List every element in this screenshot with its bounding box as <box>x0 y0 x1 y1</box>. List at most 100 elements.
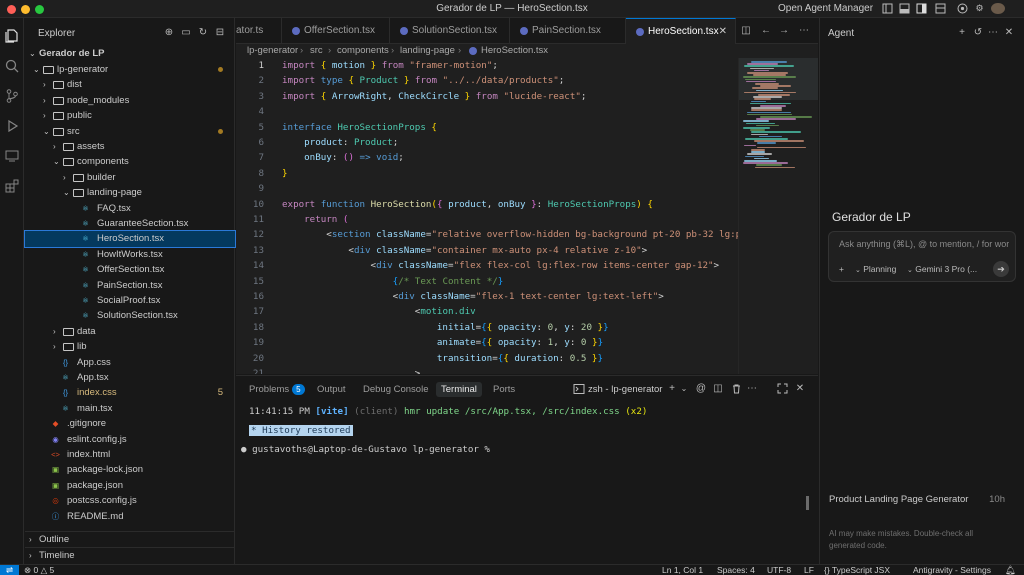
go-back-icon[interactable]: ← <box>760 25 772 37</box>
browser-icon[interactable] <box>957 3 968 14</box>
terminal-name[interactable]: zsh - lp-generator <box>588 382 662 397</box>
breadcrumb-item[interactable]: landing-page <box>400 44 455 58</box>
conversation-title[interactable]: Product Landing Page Generator <box>829 494 968 505</box>
tree-file[interactable]: ⚛ main.tsx <box>25 401 235 416</box>
encoding[interactable]: UTF-8 <box>767 565 791 575</box>
chevron-down-icon[interactable]: ⌄ <box>678 383 690 395</box>
open-agent-manager-button[interactable]: Open Agent Manager <box>778 3 873 14</box>
tree-folder[interactable]: ⌄ src <box>25 124 235 139</box>
toggle-panel-icon[interactable] <box>899 3 910 14</box>
tree-folder[interactable]: › dist <box>25 77 235 92</box>
tree-folder[interactable]: › public <box>25 108 235 123</box>
maximize-panel-icon[interactable] <box>776 383 788 395</box>
tab-pain-section[interactable]: PainSection.tsx <box>510 18 626 44</box>
tree-folder[interactable]: › node_modules <box>25 93 235 108</box>
tree-file[interactable]: ◉ eslint.config.js <box>25 432 235 447</box>
run-debug-icon[interactable] <box>4 118 20 134</box>
tree-file[interactable]: ▣ package.json <box>25 478 235 493</box>
cursor-position[interactable]: Ln 1, Col 1 <box>662 565 703 575</box>
tree-folder[interactable]: › lib <box>25 339 235 354</box>
tree-folder[interactable]: ⌄ lp-generator <box>25 62 235 77</box>
split-editor-icon[interactable]: ◫ <box>740 25 752 37</box>
tree-file[interactable]: ⚛ PainSection.tsx <box>25 278 235 293</box>
timeline-section[interactable]: › Timeline <box>25 547 235 563</box>
history-icon[interactable]: ↺ <box>972 27 984 39</box>
settings-gear-icon[interactable]: ⚙ <box>974 3 985 14</box>
tree-file[interactable]: ⚛ HowItWorks.tsx <box>25 247 235 262</box>
tree-file[interactable]: ⚛ FAQ.tsx <box>25 201 235 216</box>
customize-layout-icon[interactable] <box>935 3 946 14</box>
tree-file[interactable]: ◆ .gitignore <box>25 416 235 431</box>
workspace-root[interactable]: ⌄ Gerador de LP <box>25 46 235 61</box>
tree-file[interactable]: ⚛ OfferSection.tsx <box>25 262 235 277</box>
new-folder-icon[interactable]: ▭ <box>180 27 192 39</box>
end-of-line[interactable]: LF <box>804 565 814 575</box>
breadcrumb-item[interactable]: HeroSection.tsx <box>481 44 548 58</box>
tree-file[interactable]: ⚛ SolutionSection.tsx <box>25 308 235 323</box>
indentation[interactable]: Spaces: 4 <box>717 565 755 575</box>
trash-icon[interactable] <box>730 383 742 395</box>
tab-terminal[interactable]: Terminal <box>436 382 482 397</box>
outline-section[interactable]: › Outline <box>25 531 235 547</box>
terminal-scrollbar[interactable] <box>806 496 809 510</box>
tree-file[interactable]: ⚛ HeroSection.tsx <box>24 230 236 248</box>
refresh-icon[interactable]: ↻ <box>197 27 209 39</box>
add-context-plus-icon[interactable]: + <box>839 264 844 274</box>
minimap[interactable] <box>738 58 818 374</box>
breadcrumb-item[interactable]: lp-generator <box>247 44 298 58</box>
tree-folder[interactable]: › builder <box>25 170 235 185</box>
new-chat-plus-icon[interactable]: + <box>956 27 968 39</box>
collapse-all-icon[interactable]: ⊟ <box>214 27 226 39</box>
settings-status[interactable]: Antigravity - Settings <box>913 565 991 575</box>
new-terminal-plus-icon[interactable]: + <box>666 383 678 395</box>
tab-hero-section[interactable]: HeroSection.tsx ✕ <box>626 18 736 44</box>
tree-file[interactable]: ◎ postcss.config.js <box>25 493 235 508</box>
tab-solution-section[interactable]: SolutionSection.tsx <box>390 18 510 44</box>
tree-file[interactable]: ▣ package-lock.json <box>25 462 235 477</box>
language-mode[interactable]: {} TypeScript JSX <box>824 565 890 575</box>
code-editor[interactable]: 1 import { motion } from "framer-motion";… <box>236 58 738 374</box>
tab-ports[interactable]: Ports <box>493 382 515 397</box>
close-tab-icon[interactable]: ✕ <box>719 19 727 44</box>
source-control-icon[interactable] <box>4 88 20 104</box>
tab-debug-console[interactable]: Debug Console <box>363 382 429 397</box>
more-actions-icon[interactable]: ⋯ <box>987 27 999 39</box>
tree-file[interactable]: ⚛ App.tsx <box>25 370 235 385</box>
remote-explorer-icon[interactable] <box>4 148 20 164</box>
toggle-secondary-sidebar-icon[interactable] <box>916 3 927 14</box>
more-actions-icon[interactable]: ⋯ <box>798 25 810 37</box>
layout-panel-icon[interactable] <box>882 3 893 14</box>
mode-selector[interactable]: ⌄ Planning <box>855 264 896 274</box>
more-actions-icon[interactable]: ⋯ <box>746 383 758 395</box>
tab-problems[interactable]: Problems 5 <box>249 382 305 397</box>
tree-file[interactable]: {} App.css <box>25 355 235 370</box>
tree-folder[interactable]: ⌄ components <box>25 154 235 169</box>
tree-folder[interactable]: › assets <box>25 139 235 154</box>
go-forward-icon[interactable]: → <box>778 25 790 37</box>
avatar[interactable] <box>991 3 1005 14</box>
tree-file[interactable]: <> index.html <box>25 447 235 462</box>
model-selector[interactable]: ⌄ Gemini 3 Pro (... <box>907 264 977 274</box>
tree-file[interactable]: ⓘ README.md <box>25 509 235 524</box>
notifications-bell-icon[interactable]: 🔔︎ <box>1005 565 1016 575</box>
explorer-files-icon[interactable] <box>4 28 20 44</box>
tree-folder[interactable]: ⌄ landing-page <box>25 185 235 200</box>
search-icon[interactable] <box>4 58 20 74</box>
remote-indicator-icon[interactable]: ⇌ <box>0 565 19 575</box>
tree-folder[interactable]: › data <box>25 324 235 339</box>
new-file-icon[interactable]: ⊕ <box>163 27 175 39</box>
extensions-icon[interactable] <box>4 178 20 194</box>
terminal-prompt[interactable]: ● gustavoths@Laptop-de-Gustavo lp-genera… <box>241 444 490 455</box>
problems-status[interactable]: ⊗ 0 △ 5 <box>24 565 54 575</box>
breadcrumb-item[interactable]: components <box>337 44 389 58</box>
tree-file[interactable]: ⚛ GuaranteeSection.tsx <box>25 216 235 231</box>
chat-input[interactable] <box>839 239 1009 249</box>
breadcrumb-item[interactable]: src <box>310 44 323 58</box>
tree-file[interactable]: {} index.css 5 <box>25 385 235 400</box>
close-panel-icon[interactable]: ✕ <box>1003 27 1015 39</box>
tab-offer-section[interactable]: OfferSection.tsx <box>282 18 390 44</box>
split-terminal-icon[interactable]: ◫ <box>712 383 724 395</box>
mention-at-icon[interactable]: @ <box>695 383 707 395</box>
tab-output[interactable]: Output <box>317 382 346 397</box>
close-panel-icon[interactable]: ✕ <box>794 383 806 395</box>
